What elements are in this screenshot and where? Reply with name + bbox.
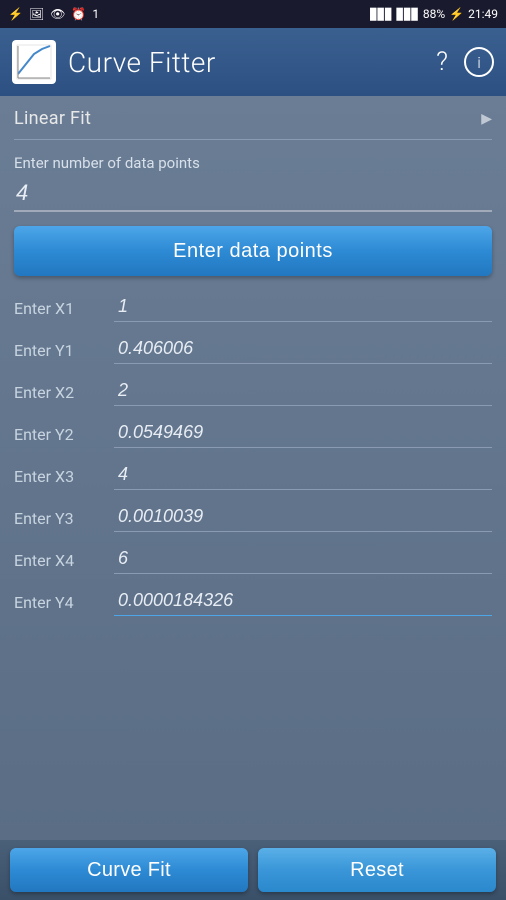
app-bar-actions: ? i (432, 43, 494, 81)
field-input-y4[interactable] (114, 588, 492, 616)
data-count-prompt: Enter number of data points (14, 154, 492, 172)
status-left-icons: ⚡ 🖼 👁 ⏰ 1 (8, 7, 99, 21)
field-label-x3: Enter X3 (14, 467, 114, 486)
field-label-y4: Enter Y4 (14, 593, 114, 612)
fit-type-selector[interactable]: Linear Fit ▶ (14, 108, 492, 129)
field-row-y4: Enter Y4 (14, 588, 492, 616)
field-row-x3: Enter X3 (14, 462, 492, 490)
field-input-y2[interactable] (114, 420, 492, 448)
field-label-y3: Enter Y3 (14, 509, 114, 528)
field-spacer (14, 450, 492, 462)
field-row-y2: Enter Y2 (14, 420, 492, 448)
field-input-x2[interactable] (114, 378, 492, 406)
field-label-x4: Enter X4 (14, 551, 114, 570)
field-label-y1: Enter Y1 (14, 341, 114, 360)
main-content: Linear Fit ▶ Enter number of data points… (0, 96, 506, 840)
field-input-y1[interactable] (114, 336, 492, 364)
app-bar: Curve Fitter ? i (0, 28, 506, 96)
field-spacer (14, 366, 492, 378)
fit-selector-underline (14, 139, 492, 140)
notification-badge: 1 (92, 7, 99, 21)
info-button[interactable]: i (464, 47, 494, 77)
battery-charging-icon: ⚡ (449, 7, 464, 21)
app-logo-icon (16, 44, 52, 80)
help-button[interactable]: ? (432, 43, 452, 81)
usb-icon: ⚡ (8, 7, 23, 21)
eye-icon: 👁 (50, 7, 65, 21)
field-spacer (14, 576, 492, 588)
field-input-y3[interactable] (114, 504, 492, 532)
battery-level: 88% (423, 7, 445, 21)
field-row-x4: Enter X4 (14, 546, 492, 574)
enter-data-points-button[interactable]: Enter data points (14, 226, 492, 276)
network-signal-icon: ▊▊▊ (396, 8, 418, 21)
field-input-x1[interactable] (114, 294, 492, 322)
field-row-x1: Enter X1 (14, 294, 492, 322)
field-input-x3[interactable] (114, 462, 492, 490)
data-count-input[interactable] (14, 178, 492, 212)
bottom-bar: Curve Fit Reset (0, 840, 506, 900)
app-title: Curve Fitter (68, 46, 420, 79)
field-label-x2: Enter X2 (14, 383, 114, 402)
field-row-y1: Enter Y1 (14, 336, 492, 364)
status-bar: ⚡ 🖼 👁 ⏰ 1 ▊▊▊ ▊▊▊ 88% ⚡ 21:49 (0, 0, 506, 28)
alarm-icon: ⏰ (71, 7, 86, 21)
image-icon: 🖼 (29, 7, 44, 21)
field-input-x4[interactable] (114, 546, 492, 574)
reset-button[interactable]: Reset (258, 848, 496, 892)
field-spacer (14, 324, 492, 336)
field-spacer (14, 492, 492, 504)
status-right-icons: ▊▊▊ ▊▊▊ 88% ⚡ 21:49 (370, 7, 498, 21)
field-spacer (14, 534, 492, 546)
field-row-x2: Enter X2 (14, 378, 492, 406)
signal-bars-icon: ▊▊▊ (370, 8, 392, 21)
field-row-y3: Enter Y3 (14, 504, 492, 532)
dropdown-arrow-icon: ▶ (481, 111, 492, 127)
app-icon (12, 40, 56, 84)
data-fields-container: Enter X1 Enter Y1 Enter X2 Enter Y2 Ente… (14, 294, 492, 616)
time-display: 21:49 (468, 7, 498, 21)
field-spacer (14, 408, 492, 420)
fit-type-label: Linear Fit (14, 108, 91, 129)
curve-fit-button[interactable]: Curve Fit (10, 848, 248, 892)
field-label-y2: Enter Y2 (14, 425, 114, 444)
field-label-x1: Enter X1 (14, 299, 114, 318)
